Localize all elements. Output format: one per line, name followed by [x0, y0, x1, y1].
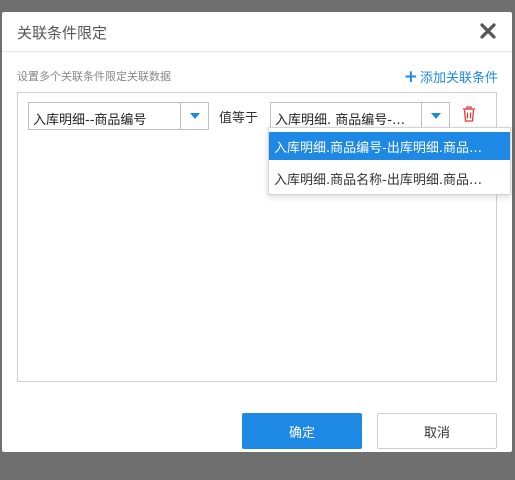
plus-icon: +	[403, 66, 418, 87]
right-field-value: 入库明细. 商品编号-…	[275, 113, 405, 128]
close-icon[interactable]	[478, 21, 498, 41]
chevron-down-icon[interactable]	[421, 103, 449, 129]
right-field-dropdown: 入库明细.商品编号-出库明细.商品… 入库明细.商品名称-出库明细.商品…	[268, 127, 511, 195]
cancel-button[interactable]: 取消	[377, 413, 497, 449]
trash-icon[interactable]	[461, 105, 477, 123]
chevron-down-icon[interactable]	[180, 103, 208, 129]
right-field-select[interactable]: 入库明细. 商品编号-…	[270, 102, 450, 130]
left-field-select[interactable]: 入库明细--商品编号	[28, 102, 209, 130]
left-field-value: 入库明细--商品编号	[33, 113, 147, 128]
dialog-header: 关联条件限定	[2, 12, 512, 52]
operator-label: 值等于	[219, 111, 259, 126]
dropdown-option[interactable]: 入库明细.商品编号-出库明细.商品…	[269, 132, 510, 160]
dialog-title: 关联条件限定	[17, 24, 108, 42]
confirm-button[interactable]: 确定	[242, 413, 362, 449]
dialog: 关联条件限定 设置多个关联条件限定关联数据 + 添加关联条件 入库明细--商品编…	[2, 12, 512, 452]
dropdown-option[interactable]: 入库明细.商品名称-出库明细.商品…	[269, 164, 510, 192]
add-condition-link[interactable]: + 添加关联条件	[404, 67, 498, 86]
dialog-subtitle: 设置多个关联条件限定关联数据	[17, 70, 171, 83]
add-condition-label: 添加关联条件	[419, 71, 498, 86]
